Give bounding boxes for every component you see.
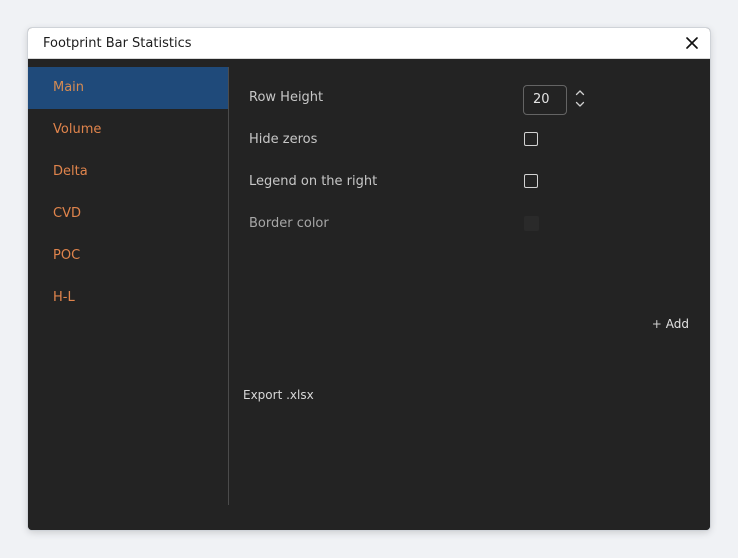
sidebar-item-h-l[interactable]: H-L: [28, 277, 228, 319]
sidebar-item-label: H-L: [53, 290, 75, 305]
sidebar-item-delta[interactable]: Delta: [28, 151, 228, 193]
sidebar-item-label: POC: [53, 248, 81, 263]
dialog-title: Footprint Bar Statistics: [43, 36, 192, 51]
add-button-label: Add: [665, 317, 689, 331]
row-height-stepper[interactable]: [574, 87, 586, 111]
hide-zeros-setting: Hide zeros: [249, 123, 689, 157]
sidebar-item-main[interactable]: Main: [28, 67, 228, 109]
sidebar-item-label: Volume: [53, 122, 102, 137]
dialog-titlebar: Footprint Bar Statistics: [28, 28, 710, 59]
row-height-input[interactable]: 20: [523, 85, 567, 115]
sidebar-item-label: CVD: [53, 206, 81, 221]
legend-right-checkbox[interactable]: [524, 174, 538, 188]
export-xlsx-button[interactable]: Export .xlsx: [243, 387, 314, 403]
sidebar-item-label: Delta: [53, 164, 88, 179]
settings-panel: Row Height 20 Hide zeros Legend on the r…: [229, 67, 710, 505]
footprint-bar-statistics-dialog: Footprint Bar Statistics Main Volume Del…: [28, 28, 710, 530]
hide-zeros-label: Hide zeros: [249, 132, 318, 147]
row-height-label: Row Height: [249, 90, 324, 105]
row-height-setting: Row Height 20: [249, 81, 689, 115]
border-color-swatch[interactable]: [524, 216, 539, 231]
border-color-setting: Border color: [249, 207, 689, 241]
hide-zeros-checkbox[interactable]: [524, 132, 538, 146]
add-button[interactable]: + Add: [652, 316, 689, 332]
plus-icon: +: [651, 317, 662, 331]
close-icon: [686, 37, 698, 49]
sidebar-item-cvd[interactable]: CVD: [28, 193, 228, 235]
sidebar-item-label: Main: [53, 80, 85, 95]
dialog-body: Main Volume Delta CVD POC H-L Row Height…: [28, 59, 710, 530]
sidebar-item-volume[interactable]: Volume: [28, 109, 228, 151]
legend-right-setting: Legend on the right: [249, 165, 689, 199]
sidebar-item-poc[interactable]: POC: [28, 235, 228, 277]
settings-sidebar: Main Volume Delta CVD POC H-L: [28, 67, 229, 505]
border-color-label: Border color: [249, 216, 329, 231]
legend-right-label: Legend on the right: [249, 174, 378, 189]
chevron-down-icon[interactable]: [574, 98, 586, 110]
close-button[interactable]: [683, 34, 701, 52]
